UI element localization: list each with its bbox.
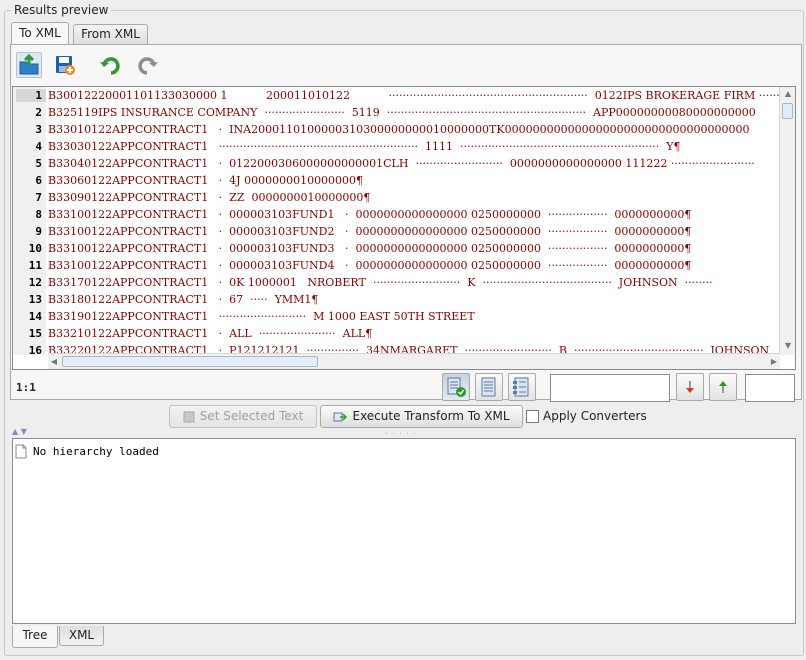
editor-line[interactable]: B33210122APPCONTRACT1 · ALL ············… bbox=[48, 325, 372, 342]
line-number: 1 bbox=[16, 89, 46, 102]
editor-line[interactable]: B33030122APPCONTRACT1 ··················… bbox=[48, 138, 681, 155]
undo-icon bbox=[100, 57, 120, 75]
line-number: 11 bbox=[28, 259, 42, 272]
results-preview-title: Results preview bbox=[11, 3, 112, 17]
scroll-left-arrow-icon[interactable]: ◀ bbox=[49, 357, 59, 367]
checkbox-box[interactable] bbox=[526, 409, 539, 423]
save-button[interactable] bbox=[52, 52, 78, 78]
document-icon bbox=[183, 411, 195, 422]
execute-transform-button[interactable]: Execute Transform To XML bbox=[320, 405, 523, 428]
horizontal-scroll-thumb[interactable] bbox=[62, 356, 318, 367]
find-previous-button[interactable] bbox=[709, 373, 737, 401]
line-number: 16 bbox=[28, 344, 42, 357]
tree-empty-item: No hierarchy loaded bbox=[15, 444, 159, 459]
horizontal-scrollbar[interactable]: ◀ ▶ bbox=[48, 353, 780, 369]
line-number: 8 bbox=[35, 208, 42, 221]
scroll-right-arrow-icon[interactable]: ▶ bbox=[769, 357, 779, 367]
arrow-down-icon bbox=[686, 381, 694, 393]
document-icon bbox=[15, 444, 27, 459]
editor-line[interactable]: B33100122APPCONTRACT1 · 000003103FUND3 ·… bbox=[48, 240, 691, 257]
view-mode-a-button[interactable] bbox=[442, 373, 470, 401]
redo-icon bbox=[138, 57, 158, 75]
execute-transform-label: Execute Transform To XML bbox=[352, 409, 510, 423]
cursor-position: 1:1 bbox=[16, 381, 36, 394]
editor-line[interactable]: B33060122APPCONTRACT1 · 4J 0000000010000… bbox=[48, 172, 363, 189]
editor-line[interactable]: B33010122APPCONTRACT1 · INA2000110100000… bbox=[48, 121, 750, 138]
line-number: 10 bbox=[28, 242, 42, 255]
view-mode-b-button[interactable] bbox=[475, 373, 503, 401]
editor-line[interactable]: B30012220001101133030000 1 200011010122 … bbox=[48, 87, 780, 104]
tab-from-xml[interactable]: From XML bbox=[73, 24, 148, 44]
line-number: 13 bbox=[28, 293, 42, 306]
undo-button[interactable] bbox=[98, 52, 124, 78]
editor-line[interactable]: B33100122APPCONTRACT1 · 000003103FUND2 ·… bbox=[48, 223, 691, 240]
line-number: 14 bbox=[28, 310, 42, 323]
tab-xml[interactable]: XML bbox=[59, 626, 104, 646]
transform-run-icon bbox=[333, 412, 348, 421]
tab-tree[interactable]: Tree bbox=[12, 626, 58, 648]
tree-empty-message: No hierarchy loaded bbox=[33, 445, 159, 458]
document-check-icon bbox=[447, 377, 466, 397]
arrow-up-icon bbox=[719, 381, 727, 393]
document-list-icon bbox=[513, 377, 529, 397]
line-number: 5 bbox=[35, 157, 42, 170]
editor-line[interactable]: B33180122APPCONTRACT1 · 67 ····· YMM1¶ bbox=[48, 291, 318, 308]
scroll-up-arrow-icon[interactable]: ▲ bbox=[783, 89, 793, 99]
find-next-button[interactable] bbox=[676, 373, 704, 401]
line-number: 9 bbox=[35, 225, 42, 238]
editor-line[interactable]: B33090122APPCONTRACT1 · ZZ 0000000010000… bbox=[48, 189, 370, 206]
line-number-gutter: 1 2 3 4 5 6 7 8 9 10 11 12 13 14 15 16 bbox=[13, 87, 46, 357]
line-number: 15 bbox=[28, 327, 42, 340]
set-selected-text-label: Set Selected Text bbox=[199, 409, 304, 423]
apply-converters-checkbox[interactable]: Apply Converters bbox=[526, 409, 647, 423]
editor-line[interactable]: B325119IPS INSURANCE COMPANY ···········… bbox=[48, 104, 756, 121]
vertical-scroll-thumb[interactable] bbox=[782, 103, 793, 119]
line-number: 2 bbox=[35, 106, 42, 119]
line-number: 3 bbox=[35, 123, 42, 136]
editor-content[interactable]: B30012220001101133030000 1 200011010122 … bbox=[48, 87, 780, 355]
editor-line[interactable]: B33190122APPCONTRACT1 ··················… bbox=[48, 308, 475, 325]
set-selected-text-button[interactable]: Set Selected Text bbox=[169, 405, 317, 428]
save-disk-icon bbox=[56, 56, 75, 75]
view-mode-c-button[interactable] bbox=[508, 373, 536, 401]
splitter-arrows-icon[interactable]: ▲ ▼ bbox=[12, 427, 27, 436]
document-lines-icon bbox=[481, 377, 496, 397]
open-button[interactable] bbox=[16, 52, 42, 78]
open-folder-icon bbox=[19, 54, 39, 75]
splitter-grip-icon[interactable]: · · · · · bbox=[385, 429, 417, 438]
vertical-scrollbar[interactable]: ▲ ▼ bbox=[779, 87, 795, 355]
replace-input[interactable] bbox=[745, 374, 795, 402]
editor-line[interactable]: B33040122APPCONTRACT1 · 0122000306000000… bbox=[48, 155, 755, 172]
find-input[interactable] bbox=[550, 374, 670, 402]
hierarchy-tree[interactable]: No hierarchy loaded bbox=[12, 438, 796, 624]
apply-converters-label: Apply Converters bbox=[543, 409, 647, 423]
line-number: 4 bbox=[35, 140, 42, 153]
line-number: 12 bbox=[28, 276, 42, 289]
editor-line[interactable]: B33100122APPCONTRACT1 · 000003103FUND1 ·… bbox=[48, 206, 691, 223]
editor-line[interactable]: B33100122APPCONTRACT1 · 000003103FUND4 ·… bbox=[48, 257, 691, 274]
text-editor[interactable]: 1 2 3 4 5 6 7 8 9 10 11 12 13 14 15 16 B300122200011011… bbox=[12, 86, 796, 370]
line-number: 6 bbox=[35, 174, 42, 187]
tab-to-xml[interactable]: To XML bbox=[11, 22, 69, 45]
scroll-down-arrow-icon[interactable]: ▼ bbox=[783, 341, 793, 351]
line-number: 7 bbox=[35, 191, 42, 204]
editor-line[interactable]: B33170122APPCONTRACT1 · 0K 1000001 NROBE… bbox=[48, 274, 713, 291]
redo-button[interactable] bbox=[134, 52, 160, 78]
